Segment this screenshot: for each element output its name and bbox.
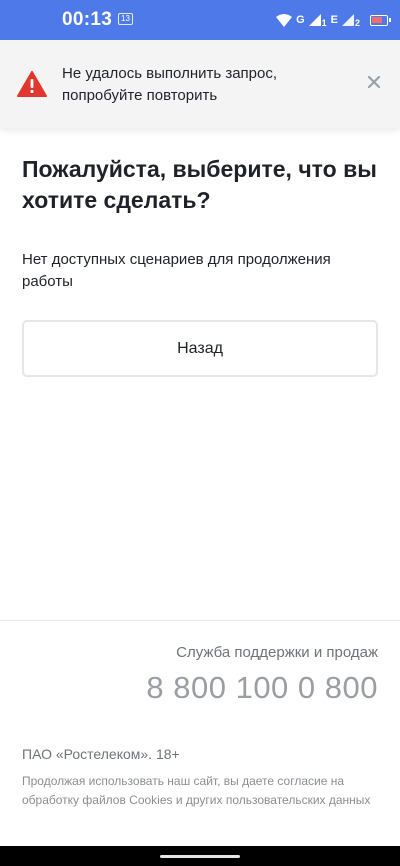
sim-label-1: 1 <box>321 18 327 28</box>
support-phone-link[interactable]: 8 800 100 0 800 <box>146 670 378 706</box>
home-gesture-handle[interactable] <box>160 855 240 858</box>
back-button[interactable]: Назад <box>22 320 378 377</box>
warning-triangle-icon <box>17 71 47 97</box>
sim-label-2: 2 <box>354 18 360 28</box>
battery-icon <box>370 14 391 26</box>
page-description: Нет доступных сценариев для продолжения … <box>22 251 331 290</box>
network-type-1: G <box>296 14 305 26</box>
signal-icon-1 <box>308 14 321 26</box>
close-icon-glyph <box>367 75 381 89</box>
status-icons: G 1 E 2 <box>276 11 391 29</box>
alert-message: Не удалось выполнить запрос, попробуйте … <box>62 65 278 104</box>
network-type-2: E <box>330 14 338 26</box>
wifi-icon <box>276 13 293 27</box>
page-title: Пожалуйста, выберите, что вы хотите сдел… <box>22 156 377 213</box>
company-name: ПАО «Ростелеком». 18+ <box>22 746 180 762</box>
notification-badge: 13 <box>118 13 133 25</box>
cookie-notice: Продолжая использовать наш сайт, вы дает… <box>22 774 371 807</box>
close-icon[interactable] <box>366 74 382 90</box>
status-time: 00:13 <box>62 9 113 30</box>
signal-icon-2 <box>341 14 354 26</box>
status-bar: 00:13 13 G 1 E 2 <box>0 0 400 40</box>
support-label: Служба поддержки и продаж <box>176 644 378 661</box>
